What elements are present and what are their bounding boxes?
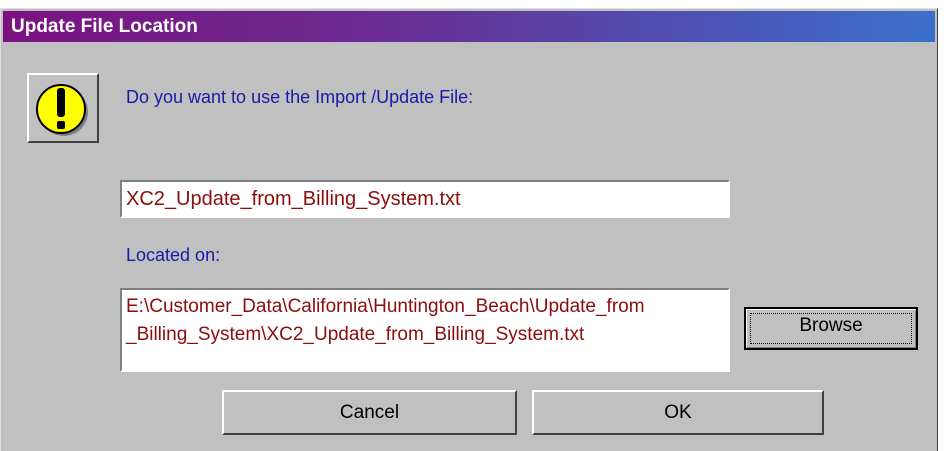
browse-button[interactable]: Browse xyxy=(744,307,918,350)
file-location-field[interactable]: E:\Customer_Data\California\Huntington_B… xyxy=(120,288,730,372)
ok-button[interactable]: OK xyxy=(532,390,824,435)
cancel-button-label: Cancel xyxy=(339,402,400,423)
ok-button-label: OK xyxy=(664,402,692,423)
dialog-title: Update File Location xyxy=(3,11,935,42)
import-filename-field[interactable]: XC2_Update_from_Billing_System.txt xyxy=(120,180,730,218)
prompt-question: Do you want to use the Import /Update Fi… xyxy=(126,87,474,107)
located-on-label: Located on: xyxy=(126,245,221,265)
cancel-button[interactable]: Cancel xyxy=(222,390,517,435)
warning-icon-frame xyxy=(27,73,99,143)
update-file-location-dialog: Update File Location Do you want to use … xyxy=(0,8,938,451)
browse-button-label: Browse xyxy=(799,315,863,336)
warning-exclamation-icon xyxy=(36,84,88,136)
